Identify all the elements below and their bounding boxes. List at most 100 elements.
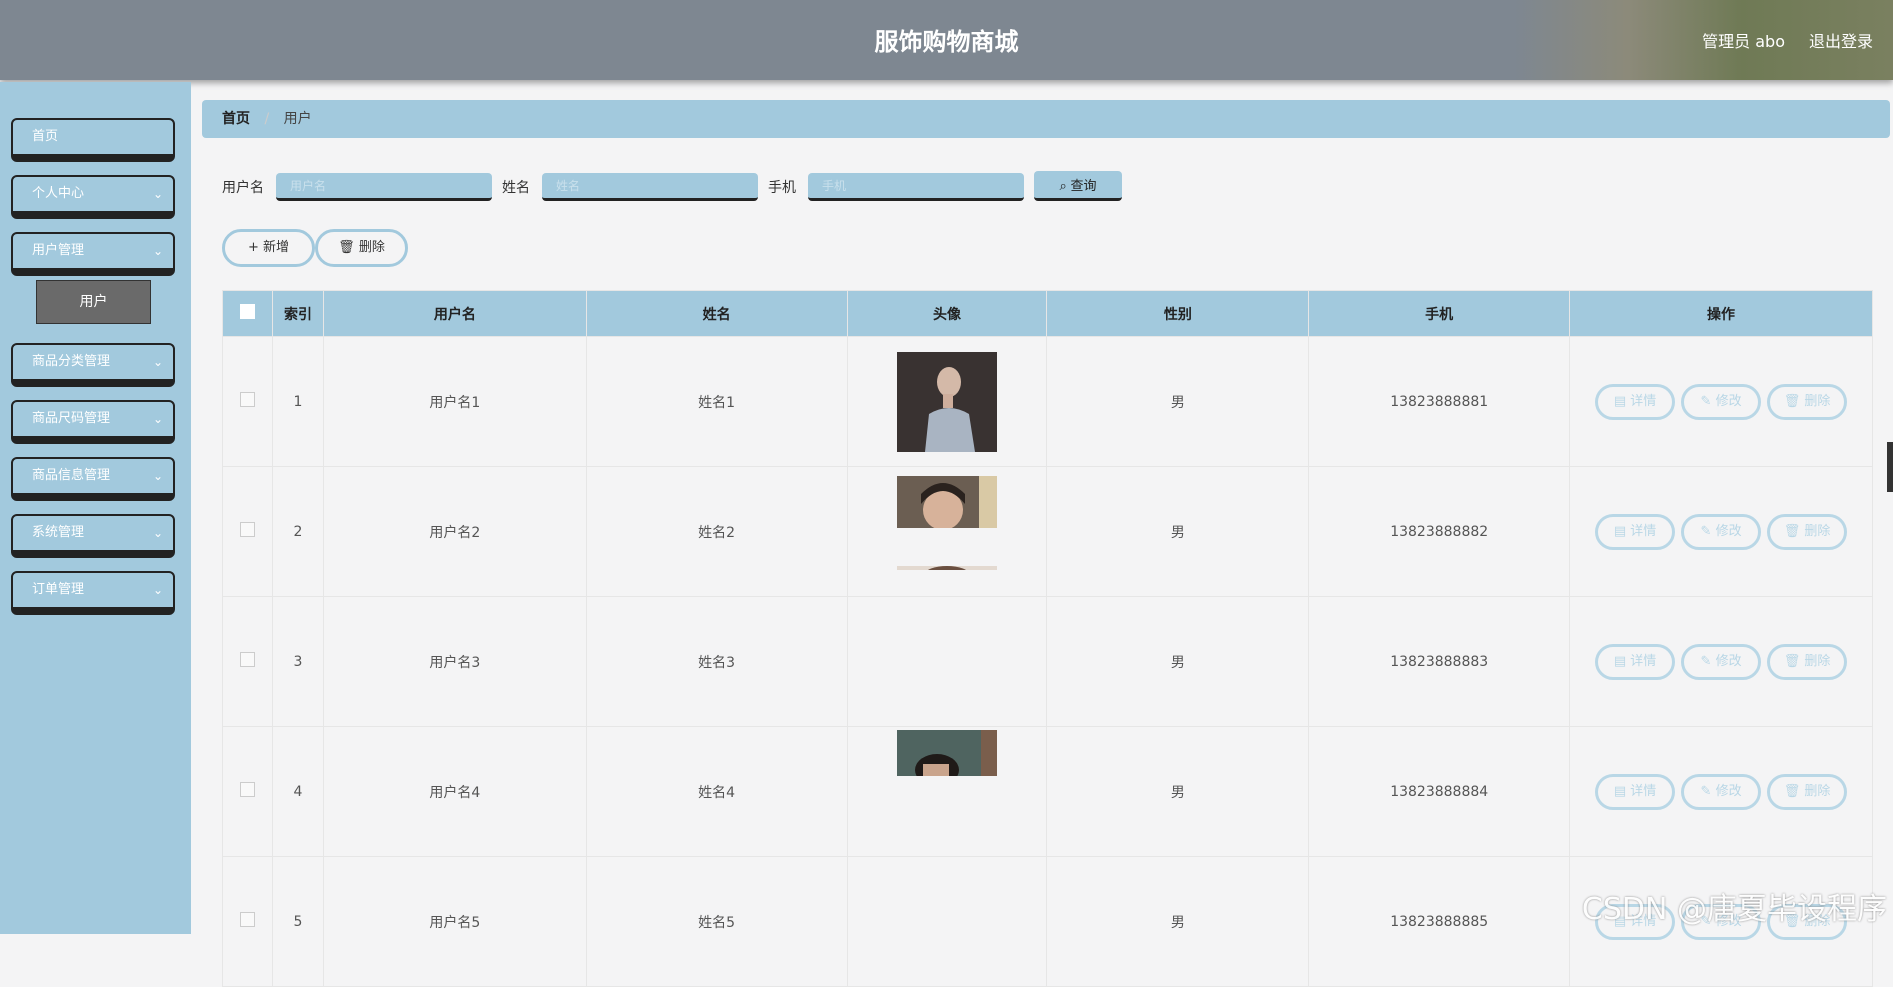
sidebar-item-size-management[interactable]: 商品尺码管理 ⌄	[11, 400, 175, 444]
chevron-down-icon: ⌄	[152, 187, 163, 201]
select-all-checkbox[interactable]	[239, 304, 255, 319]
batch-delete-label: 删除	[358, 240, 385, 255]
detail-label: 详情	[1630, 393, 1657, 409]
cell-gender: 男	[1046, 596, 1310, 727]
search-button-label: 查询	[1070, 178, 1097, 193]
sidebar-item-label: 商品信息管理	[32, 468, 111, 483]
trash-icon: 🗑	[1783, 783, 1801, 799]
avatar	[896, 729, 997, 776]
edit-label: 修改	[1715, 393, 1742, 409]
sidebar-item-label: 商品分类管理	[32, 354, 111, 369]
cell-index: 2	[271, 466, 324, 597]
pencil-icon: ✎	[1700, 523, 1712, 539]
delete-button[interactable]: 🗑 删除	[1767, 513, 1848, 550]
row-checkbox[interactable]	[239, 522, 255, 537]
sidebar-item-personal-center[interactable]: 个人中心 ⌄	[11, 175, 175, 219]
sidebar-item-label: 用户管理	[32, 243, 85, 258]
app-title: 服饰购物商城	[874, 28, 1019, 56]
cell-username: 用户名4	[322, 726, 587, 857]
row-select-cell	[222, 856, 273, 987]
edit-label: 修改	[1715, 523, 1742, 539]
cell-actions: ▤ 详情 ✎ 修改 🗑 删除	[1569, 596, 1873, 727]
detail-label: 详情	[1630, 783, 1657, 799]
sidebar: 首页 个人中心 ⌄ 用户管理 ⌄ 用户 商品分类管理 ⌄ 商品尺码管理 ⌄ 商品信息管理…	[0, 82, 191, 934]
chevron-down-icon: ⌄	[152, 355, 163, 369]
delete-button[interactable]: 🗑 删除	[1767, 773, 1848, 810]
cell-index: 5	[271, 856, 324, 987]
username-label: 用户名	[222, 180, 264, 196]
logout-link[interactable]: 退出登录	[1809, 28, 1873, 52]
cell-phone: 13823888884	[1308, 726, 1571, 857]
edit-button[interactable]: ✎ 修改	[1681, 773, 1762, 810]
cell-gender: 男	[1046, 336, 1310, 467]
username-input[interactable]	[276, 173, 492, 201]
phone-input[interactable]	[808, 173, 1024, 201]
document-icon: ▤	[1613, 393, 1627, 409]
cell-username: 用户名5	[322, 856, 587, 987]
column-header: 操作	[1569, 290, 1873, 337]
cell-index: 4	[271, 726, 324, 857]
row-checkbox[interactable]	[239, 782, 255, 797]
detail-button[interactable]: ▤ 详情	[1595, 773, 1676, 810]
row-select-cell	[222, 726, 273, 857]
avatar	[896, 351, 997, 452]
cell-phone: 13823888882	[1308, 466, 1571, 597]
watermark: CSDN @唐夏毕设程序	[1581, 892, 1887, 927]
avatar	[897, 817, 997, 820]
detail-button[interactable]: ▤ 详情	[1595, 643, 1676, 680]
table-row: 1 用户名1 姓名1 男 13823888881 ▤ 详情 ✎ 修改 🗑 删除	[222, 336, 1873, 467]
column-header: 姓名	[585, 290, 848, 337]
delete-label: 删除	[1804, 523, 1831, 539]
cell-avatar	[846, 856, 1048, 987]
edit-button[interactable]: ✎ 修改	[1681, 513, 1762, 550]
name-label: 姓名	[502, 180, 530, 196]
document-icon: ▤	[1613, 653, 1627, 669]
document-icon: ▤	[1613, 523, 1627, 539]
delete-button[interactable]: 🗑 删除	[1767, 383, 1848, 420]
edit-button[interactable]: ✎ 修改	[1681, 643, 1762, 680]
column-header: 手机	[1308, 290, 1571, 337]
row-checkbox[interactable]	[239, 392, 255, 407]
breadcrumb-home[interactable]: 首页	[222, 111, 250, 127]
cell-gender: 男	[1046, 466, 1310, 597]
batch-delete-button[interactable]: 🗑 删除	[315, 229, 408, 267]
sidebar-item-category-management[interactable]: 商品分类管理 ⌄	[11, 343, 175, 387]
pencil-icon: ✎	[1700, 653, 1712, 669]
sidebar-item-user-management[interactable]: 用户管理 ⌄	[11, 232, 175, 276]
sidebar-item-system-management[interactable]: 系统管理 ⌄	[11, 514, 175, 558]
column-header: 索引	[271, 290, 324, 337]
search-button[interactable]: ⌕ 查询	[1034, 171, 1122, 201]
edit-button[interactable]: ✎ 修改	[1681, 383, 1762, 420]
sidebar-item-product-management[interactable]: 商品信息管理 ⌄	[11, 457, 175, 501]
row-select-cell	[222, 596, 273, 727]
row-checkbox[interactable]	[239, 912, 255, 927]
sidebar-subitem-user[interactable]: 用户	[36, 280, 151, 324]
name-input[interactable]	[542, 173, 758, 201]
avatar	[896, 562, 997, 570]
chevron-down-icon: ⌄	[152, 412, 163, 426]
cell-actions: ▤ 详情 ✎ 修改 🗑 删除	[1569, 466, 1873, 597]
cell-username: 用户名1	[322, 336, 587, 467]
user-table: 索引 用户名 姓名 头像 性别 手机 操作 1 用户名1 姓名1 男 13823…	[222, 290, 1873, 987]
sidebar-item-home[interactable]: 首页	[11, 118, 175, 162]
row-checkbox[interactable]	[239, 652, 255, 667]
detail-button[interactable]: ▤ 详情	[1595, 513, 1676, 550]
scrollbar-handle[interactable]	[1887, 442, 1893, 492]
cell-username: 用户名3	[322, 596, 587, 727]
pencil-icon: ✎	[1700, 393, 1712, 409]
cell-name: 姓名2	[585, 466, 848, 597]
detail-button[interactable]: ▤ 详情	[1595, 383, 1676, 420]
current-user: 管理员 abo	[1702, 32, 1785, 51]
edit-label: 修改	[1715, 653, 1742, 669]
breadcrumb-current: 用户	[283, 111, 312, 127]
sidebar-item-order-management[interactable]: 订单管理 ⌄	[11, 571, 175, 615]
delete-button[interactable]: 🗑 删除	[1767, 643, 1848, 680]
document-icon: ▤	[1613, 783, 1627, 799]
edit-label: 修改	[1715, 783, 1742, 799]
column-header: 头像	[846, 290, 1048, 337]
delete-label: 删除	[1804, 393, 1831, 409]
sidebar-item-label: 个人中心	[32, 186, 85, 201]
cell-gender: 男	[1046, 856, 1310, 987]
trash-icon: 🗑	[1783, 523, 1801, 539]
add-button[interactable]: + 新增	[222, 229, 315, 267]
